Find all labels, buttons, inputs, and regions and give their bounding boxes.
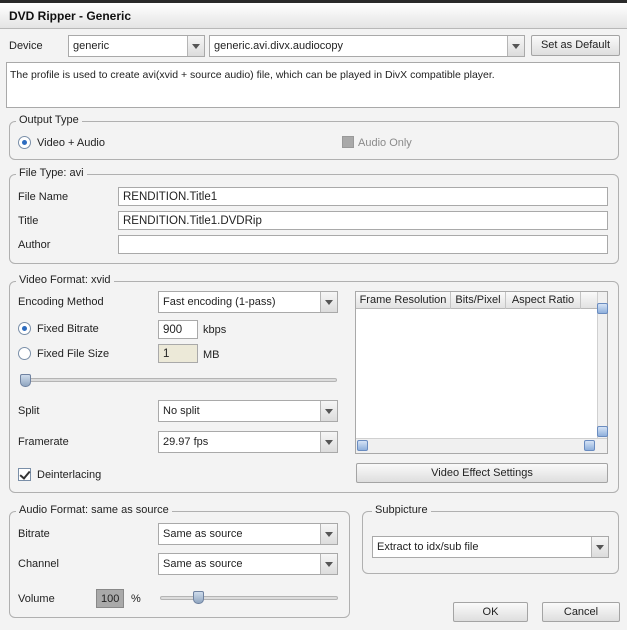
- output-type-legend: Output Type: [16, 114, 82, 126]
- audio-bitrate-select[interactable]: Same as source: [158, 523, 338, 545]
- set-as-default-button[interactable]: Set as Default: [531, 35, 620, 56]
- audio-bitrate-value: Same as source: [163, 528, 243, 540]
- volume-value: 100: [101, 593, 120, 605]
- author-label: Author: [18, 239, 51, 251]
- file-size-input[interactable]: 1: [158, 344, 198, 363]
- bitrate-unit: kbps: [203, 324, 227, 336]
- scroll-left-icon[interactable]: [357, 440, 368, 451]
- audio-only-label: Audio Only: [358, 137, 412, 149]
- encoding-method-value: Fast encoding (1-pass): [163, 296, 276, 308]
- file-size-value: 1: [163, 348, 170, 360]
- framerate-select[interactable]: 29.97 fps: [158, 431, 338, 453]
- quality-slider-thumb[interactable]: [20, 374, 31, 387]
- chevron-down-icon[interactable]: [320, 554, 337, 574]
- split-label: Split: [18, 405, 40, 417]
- encoding-method-label: Encoding Method: [18, 296, 104, 308]
- channel-select[interactable]: Same as source: [158, 553, 338, 575]
- device-label: Device: [9, 40, 43, 52]
- file-size-unit: MB: [203, 349, 220, 361]
- table-header: Frame Resolution Bits/Pixel Aspect Ratio: [356, 292, 599, 309]
- audio-bitrate-label: Bitrate: [18, 528, 50, 540]
- volume-unit: %: [131, 593, 141, 605]
- bitrate-input[interactable]: 900: [158, 320, 198, 339]
- ok-button[interactable]: OK: [453, 602, 528, 622]
- cancel-button[interactable]: Cancel: [542, 602, 620, 622]
- video-audio-radio[interactable]: [18, 136, 31, 149]
- volume-slider-track[interactable]: [160, 596, 338, 600]
- profile-select[interactable]: generic.avi.divx.audiocopy: [209, 35, 525, 57]
- video-effect-settings-button[interactable]: Video Effect Settings: [356, 463, 608, 483]
- subpicture-select[interactable]: Extract to idx/sub file: [372, 536, 609, 558]
- window-titlebar: DVD Ripper - Generic: [0, 3, 627, 29]
- framerate-label: Framerate: [18, 436, 69, 448]
- table-horizontal-scrollbar[interactable]: [356, 438, 607, 453]
- chevron-down-icon[interactable]: [320, 524, 337, 544]
- column-bits-per-pixel[interactable]: Bits/Pixel: [451, 292, 506, 309]
- video-audio-label: Video + Audio: [37, 137, 105, 149]
- window-title: DVD Ripper - Generic: [9, 9, 132, 23]
- split-value: No split: [163, 405, 200, 417]
- video-info-table: Frame Resolution Bits/Pixel Aspect Ratio: [355, 291, 608, 454]
- channel-label: Channel: [18, 558, 59, 570]
- framerate-value: 29.97 fps: [163, 436, 209, 448]
- volume-label: Volume: [18, 593, 55, 605]
- volume-slider-thumb[interactable]: [193, 591, 205, 604]
- deinterlacing-checkbox[interactable]: [18, 468, 31, 481]
- scroll-right-icon[interactable]: [584, 440, 595, 451]
- file-name-input[interactable]: RENDITION.Title1: [118, 187, 608, 206]
- chevron-down-icon[interactable]: [320, 292, 337, 312]
- chevron-down-icon[interactable]: [187, 36, 204, 56]
- profile-description: The profile is used to create avi(xvid +…: [6, 62, 620, 108]
- subpicture-legend: Subpicture: [372, 504, 431, 516]
- chevron-down-icon[interactable]: [320, 432, 337, 452]
- title-label: Title: [18, 215, 39, 227]
- quality-slider-track[interactable]: [22, 378, 337, 382]
- title-value: RENDITION.Title1.DVDRip: [123, 215, 262, 227]
- profile-description-text: The profile is used to create avi(xvid +…: [10, 69, 495, 81]
- table-vertical-scrollbar[interactable]: [597, 292, 608, 438]
- audio-only-checkbox[interactable]: [342, 136, 354, 148]
- fixed-bitrate-label: Fixed Bitrate: [37, 323, 99, 335]
- profile-select-value: generic.avi.divx.audiocopy: [214, 40, 344, 52]
- chevron-down-icon[interactable]: [320, 401, 337, 421]
- fixed-file-size-label: Fixed File Size: [37, 348, 110, 360]
- chevron-down-icon[interactable]: [507, 36, 524, 56]
- channel-value: Same as source: [163, 558, 243, 570]
- subpicture-value: Extract to idx/sub file: [377, 541, 479, 553]
- volume-value-box: 100: [96, 589, 124, 608]
- fixed-file-size-radio[interactable]: [18, 347, 31, 360]
- scroll-down-icon[interactable]: [597, 426, 608, 437]
- file-name-label: File Name: [18, 191, 69, 203]
- column-frame-resolution[interactable]: Frame Resolution: [356, 292, 451, 309]
- device-select-value: generic: [73, 40, 110, 52]
- video-format-legend: Video Format: xvid: [16, 274, 114, 286]
- file-type-legend: File Type: avi: [16, 167, 87, 179]
- column-aspect-ratio[interactable]: Aspect Ratio: [506, 292, 581, 309]
- encoding-method-select[interactable]: Fast encoding (1-pass): [158, 291, 338, 313]
- bitrate-value: 900: [163, 324, 183, 336]
- deinterlacing-label: Deinterlacing: [37, 469, 102, 481]
- fixed-bitrate-radio[interactable]: [18, 322, 31, 335]
- title-input[interactable]: RENDITION.Title1.DVDRip: [118, 211, 608, 230]
- chevron-down-icon[interactable]: [591, 537, 608, 557]
- device-select[interactable]: generic: [68, 35, 205, 57]
- split-select[interactable]: No split: [158, 400, 338, 422]
- author-input[interactable]: [118, 235, 608, 254]
- scroll-up-icon[interactable]: [597, 303, 608, 314]
- audio-format-legend: Audio Format: same as source: [16, 504, 172, 516]
- file-name-value: RENDITION.Title1: [123, 191, 218, 203]
